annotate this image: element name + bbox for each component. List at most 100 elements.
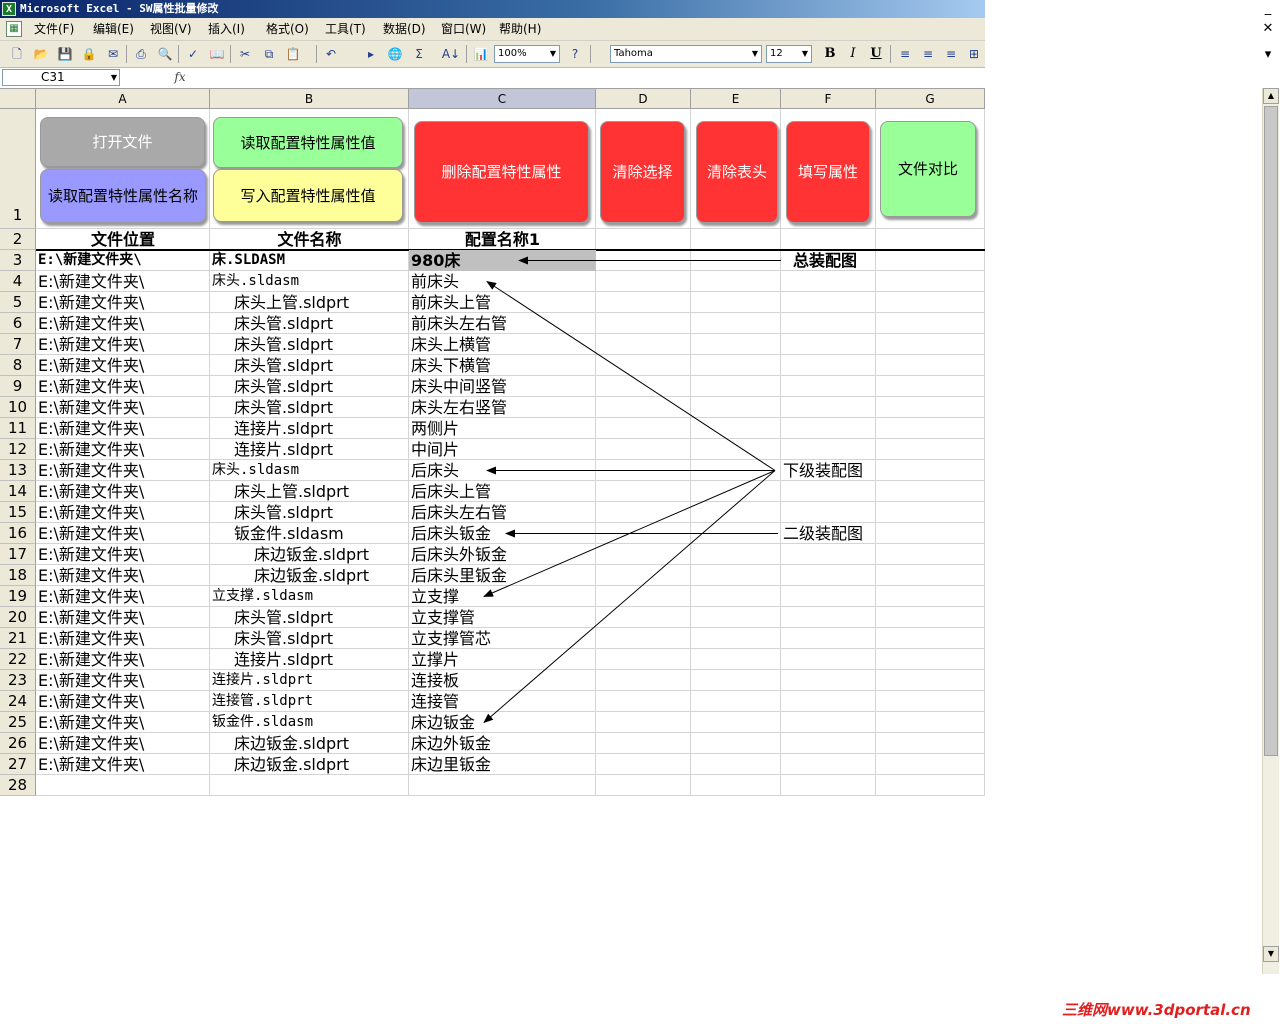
menu-edit[interactable]: 编辑(E) [91, 21, 136, 37]
cell-file-name[interactable]: 床头管.sldprt [210, 628, 409, 649]
cell-config-name[interactable]: 床头中间竖管 [409, 376, 596, 397]
column-header-b[interactable]: B [210, 89, 409, 109]
bold-button[interactable]: B [820, 45, 840, 63]
cell-file-location[interactable]: E:\新建文件夹\ [36, 607, 210, 628]
cell-file-name[interactable]: 床边钣金.sldprt [210, 754, 409, 775]
cell-file-name[interactable]: 床头管.sldprt [210, 355, 409, 376]
header-file-location[interactable]: 文件位置 [36, 229, 210, 250]
row-header-19[interactable]: 19 [0, 586, 36, 607]
cell-config-name[interactable]: 两侧片 [409, 418, 596, 439]
cell-file-name[interactable]: 床头.sldasm [210, 460, 409, 481]
chart-wizard-icon[interactable]: 📊 [472, 45, 490, 63]
print-preview-icon[interactable]: 🔍 [156, 45, 174, 63]
close-icon[interactable]: ✕ [1258, 20, 1278, 38]
cell-file-location[interactable]: E:\新建文件夹\ [36, 502, 210, 523]
sort-ascending-icon[interactable]: A↓ [440, 45, 462, 63]
row-header-2[interactable]: 2 [0, 229, 36, 250]
autosum-icon[interactable]: Σ [410, 45, 428, 63]
menu-view[interactable]: 视图(V) [148, 21, 194, 37]
cell-file-location[interactable]: E:\新建文件夹\ [36, 250, 210, 271]
cell-file-name[interactable]: 钣金件.sldasm [210, 712, 409, 733]
row-header-4[interactable]: 4 [0, 271, 36, 292]
undo-icon[interactable]: ↶ [322, 45, 340, 63]
row-header-3[interactable]: 3 [0, 250, 36, 271]
cell-file-name[interactable]: 床头管.sldprt [210, 607, 409, 628]
cell-file-name[interactable]: 床.SLDASM [210, 250, 409, 271]
print-icon[interactable]: ⎙ [132, 45, 150, 63]
cell-file-name[interactable]: 床头管.sldprt [210, 397, 409, 418]
row-header-7[interactable]: 7 [0, 334, 36, 355]
cell-config-name[interactable]: 床头下横管 [409, 355, 596, 376]
cell-config-name[interactable]: 后床头里钣金 [409, 565, 596, 586]
cell-file-name[interactable]: 床边钣金.sldprt [210, 565, 409, 586]
row-header-15[interactable]: 15 [0, 502, 36, 523]
row-header-22[interactable]: 22 [0, 649, 36, 670]
column-header-e[interactable]: E [691, 89, 781, 109]
cell-config-name[interactable]: 前床头 [409, 271, 596, 292]
column-header-f[interactable]: F [781, 89, 876, 109]
row-header-12[interactable]: 12 [0, 439, 36, 460]
row-header-24[interactable]: 24 [0, 691, 36, 712]
menu-data[interactable]: 数据(D) [381, 21, 428, 37]
cell-file-name[interactable]: 床边钣金.sldprt [210, 544, 409, 565]
insert-function-icon[interactable]: fx [170, 69, 190, 86]
cell-config-name[interactable]: 980床 [409, 250, 596, 271]
spelling-icon[interactable]: ✓ [184, 45, 202, 63]
cell-config-name[interactable]: 床头上横管 [409, 334, 596, 355]
row-header-23[interactable]: 23 [0, 670, 36, 691]
cell-file-location[interactable]: E:\新建文件夹\ [36, 628, 210, 649]
cell-file-location[interactable]: E:\新建文件夹\ [36, 523, 210, 544]
cell-file-location[interactable]: E:\新建文件夹\ [36, 460, 210, 481]
cell-file-location[interactable]: E:\新建文件夹\ [36, 670, 210, 691]
research-icon[interactable]: 📖 [208, 45, 226, 63]
scroll-thumb[interactable] [1264, 106, 1278, 756]
row-header-10[interactable]: 10 [0, 397, 36, 418]
open-file-button[interactable]: 打开文件 [40, 117, 205, 167]
help-icon[interactable]: ? [566, 45, 584, 63]
row-header-20[interactable]: 20 [0, 607, 36, 628]
open-icon[interactable]: 📂 [32, 45, 50, 63]
read-property-values-button[interactable]: 读取配置特性属性值 [213, 117, 403, 168]
row-header-1[interactable]: 1 [0, 109, 36, 229]
cell-config-name[interactable]: 中间片 [409, 439, 596, 460]
cell-file-name[interactable]: 床头上管.sldprt [210, 292, 409, 313]
cell-config-name[interactable]: 后床头 [409, 460, 596, 481]
column-header-g[interactable]: G [876, 89, 985, 109]
vertical-scrollbar[interactable]: ▲ ▼ [1262, 88, 1279, 974]
header-config-name[interactable]: 配置名称1 [409, 229, 596, 250]
read-property-names-button[interactable]: 读取配置特性属性名称 [40, 169, 206, 223]
align-center-icon[interactable]: ≡ [919, 45, 937, 63]
cell-file-location[interactable]: E:\新建文件夹\ [36, 691, 210, 712]
clear-header-button[interactable]: 清除表头 [696, 121, 778, 223]
new-icon[interactable]: 🗋 [8, 45, 26, 63]
cell-file-location[interactable]: E:\新建文件夹\ [36, 649, 210, 670]
cell-config-name[interactable]: 前床头左右管 [409, 313, 596, 334]
cell-file-location[interactable]: E:\新建文件夹\ [36, 292, 210, 313]
cell-file-name[interactable]: 床边钣金.sldprt [210, 733, 409, 754]
cell-config-name[interactable]: 床头左右竖管 [409, 397, 596, 418]
row-header-9[interactable]: 9 [0, 376, 36, 397]
menu-insert[interactable]: 插入(I) [206, 21, 247, 37]
cell-file-name[interactable]: 连接片.sldprt [210, 439, 409, 460]
cell-file-name[interactable]: 钣金件.sldasm [210, 523, 409, 544]
row-header-17[interactable]: 17 [0, 544, 36, 565]
underline-button[interactable]: U [866, 45, 886, 63]
row-header-27[interactable]: 27 [0, 754, 36, 775]
cell-file-location[interactable]: E:\新建文件夹\ [36, 418, 210, 439]
cell-config-name[interactable]: 后床头上管 [409, 481, 596, 502]
cell-file-location[interactable]: E:\新建文件夹\ [36, 271, 210, 292]
save-icon[interactable]: 💾 [56, 45, 74, 63]
cell-config-name[interactable]: 床边钣金 [409, 712, 596, 733]
cell-config-name[interactable]: 立支撑 [409, 586, 596, 607]
hyperlink-icon[interactable]: 🌐 [386, 45, 404, 63]
toolbar-options-icon[interactable]: ▾ [1258, 46, 1278, 64]
cell-file-location[interactable]: E:\新建文件夹\ [36, 334, 210, 355]
write-property-values-button[interactable]: 写入配置特性属性值 [213, 169, 403, 222]
cell-file-location[interactable]: E:\新建文件夹\ [36, 355, 210, 376]
name-box[interactable]: C31 ▼ [2, 69, 120, 86]
cell-file-location[interactable]: E:\新建文件夹\ [36, 565, 210, 586]
row-header-6[interactable]: 6 [0, 313, 36, 334]
cell-file-location[interactable]: E:\新建文件夹\ [36, 397, 210, 418]
paste-icon[interactable]: 📋 [284, 45, 302, 63]
email-icon[interactable]: ✉ [104, 45, 122, 63]
